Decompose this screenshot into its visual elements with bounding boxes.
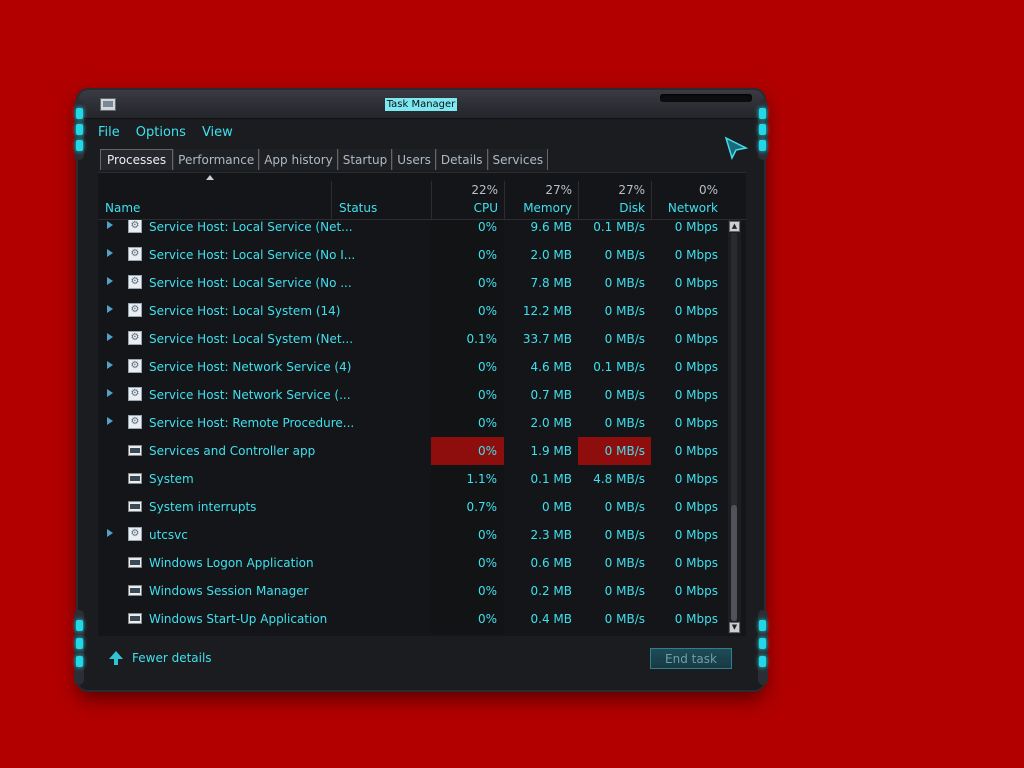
table-row[interactable]: Services and Controller app 0% 1.9 MB 0 … — [98, 437, 726, 465]
tab-performance[interactable]: Performance — [173, 149, 260, 170]
processes-panel: Name Status 22% CPU 27% Memory 27% Disk — [98, 172, 746, 636]
gear-icon: ⚙ — [128, 220, 142, 233]
table-row[interactable]: ⚙ Service Host: Local System (Net... 0.1… — [98, 325, 726, 353]
expand-icon[interactable] — [107, 333, 113, 341]
table-row[interactable]: ⚙ Service Host: Local Service (Net... 0%… — [98, 220, 726, 241]
end-task-button[interactable]: End task — [650, 648, 732, 669]
column-disk[interactable]: 27% Disk — [578, 173, 651, 219]
tab-startup[interactable]: Startup — [337, 149, 393, 170]
menu-options[interactable]: Options — [136, 125, 186, 140]
menu-bar: File Options View — [98, 125, 233, 140]
tab-app-history[interactable]: App history — [259, 149, 338, 170]
table-row[interactable]: System interrupts 0.7% 0 MB 0 MB/s 0 Mbp… — [98, 493, 726, 521]
window-app-icon — [128, 585, 142, 596]
glow-notch — [759, 620, 766, 631]
expand-icon[interactable] — [107, 277, 113, 285]
table-row[interactable]: ⚙ Service Host: Local System (14) 0% 12.… — [98, 297, 726, 325]
tab-details[interactable]: Details — [435, 149, 488, 170]
table-row[interactable]: Windows Logon Application 0% 0.6 MB 0 MB… — [98, 549, 726, 577]
tab-services[interactable]: Services — [487, 149, 549, 170]
tab-users[interactable]: Users — [392, 149, 436, 170]
frame-slot — [660, 94, 752, 102]
gear-icon: ⚙ — [128, 359, 142, 373]
column-status[interactable]: Status — [339, 173, 429, 219]
column-divider — [331, 181, 332, 219]
glow-notch — [759, 108, 766, 119]
table-row[interactable]: ⚙ Service Host: Local Service (No I... 0… — [98, 241, 726, 269]
tab-bar: Processes Performance App history Startu… — [100, 148, 549, 170]
arrow-up-icon — [109, 651, 123, 665]
table-row[interactable]: Windows Session Manager 0% 0.2 MB 0 MB/s… — [98, 577, 726, 605]
glow-notch — [76, 140, 83, 151]
column-network[interactable]: 0% Network — [651, 173, 724, 219]
window-app-icon — [128, 473, 142, 484]
expand-icon[interactable] — [107, 417, 113, 425]
title-bar[interactable]: Task Manager — [78, 90, 764, 119]
expand-icon[interactable] — [107, 361, 113, 369]
tab-processes[interactable]: Processes — [100, 149, 174, 170]
gear-icon: ⚙ — [128, 415, 142, 429]
gear-icon: ⚙ — [128, 303, 142, 317]
glow-notch — [76, 620, 83, 631]
expand-icon[interactable] — [107, 249, 113, 257]
menu-file[interactable]: File — [98, 125, 120, 140]
gear-icon: ⚙ — [128, 247, 142, 261]
cursor-logo-icon — [724, 136, 748, 160]
expand-icon[interactable] — [107, 389, 113, 397]
table-row[interactable]: System 1.1% 0.1 MB 4.8 MB/s 0 Mbps — [98, 465, 726, 493]
task-manager-window: Task Manager File Options View Processes… — [74, 90, 768, 690]
vertical-scrollbar[interactable]: ▲ ▼ — [728, 220, 741, 634]
glow-notch — [759, 124, 766, 135]
glow-notch — [759, 656, 766, 667]
glow-notch — [759, 638, 766, 649]
window-app-icon — [128, 557, 142, 568]
column-cpu[interactable]: 22% CPU — [431, 173, 504, 219]
table-row[interactable]: ⚙ Service Host: Network Service (4) 0% 4… — [98, 353, 726, 381]
gear-icon: ⚙ — [128, 387, 142, 401]
column-name[interactable]: Name — [105, 173, 325, 219]
glow-notch — [76, 656, 83, 667]
table-row[interactable]: ⚙ Service Host: Local Service (No ... 0%… — [98, 269, 726, 297]
expand-icon[interactable] — [107, 529, 113, 537]
fewer-details-button[interactable]: Fewer details — [108, 650, 212, 666]
table-row[interactable]: ⚙ utcsvc 0% 2.3 MB 0 MB/s 0 Mbps — [98, 521, 726, 549]
gear-icon: ⚙ — [128, 275, 142, 289]
scroll-down-icon[interactable]: ▼ — [729, 622, 740, 633]
column-memory[interactable]: 27% Memory — [504, 173, 578, 219]
scroll-up-icon[interactable]: ▲ — [729, 221, 740, 232]
expand-icon[interactable] — [107, 221, 113, 229]
window-app-icon — [128, 613, 142, 624]
glow-notch — [76, 638, 83, 649]
glow-notch — [759, 140, 766, 151]
table-row[interactable]: ⚙ Service Host: Network Service (... 0% … — [98, 381, 726, 409]
menu-view[interactable]: View — [202, 125, 233, 140]
gear-icon: ⚙ — [128, 331, 142, 345]
glow-notch — [76, 108, 83, 119]
process-list: ⚙ Service Host: Local Service (Net... 0%… — [98, 220, 726, 634]
scroll-thumb[interactable] — [731, 505, 737, 621]
column-header: Name Status 22% CPU 27% Memory 27% Disk — [98, 173, 746, 220]
table-row[interactable]: ⚙ Service Host: Remote Procedure... 0% 2… — [98, 409, 726, 437]
gear-icon: ⚙ — [128, 527, 142, 541]
table-row[interactable]: Windows Start-Up Application 0% 0.4 MB 0… — [98, 605, 726, 633]
glow-notch — [76, 124, 83, 135]
window-app-icon — [128, 445, 142, 456]
window-app-icon — [128, 501, 142, 512]
expand-icon[interactable] — [107, 305, 113, 313]
